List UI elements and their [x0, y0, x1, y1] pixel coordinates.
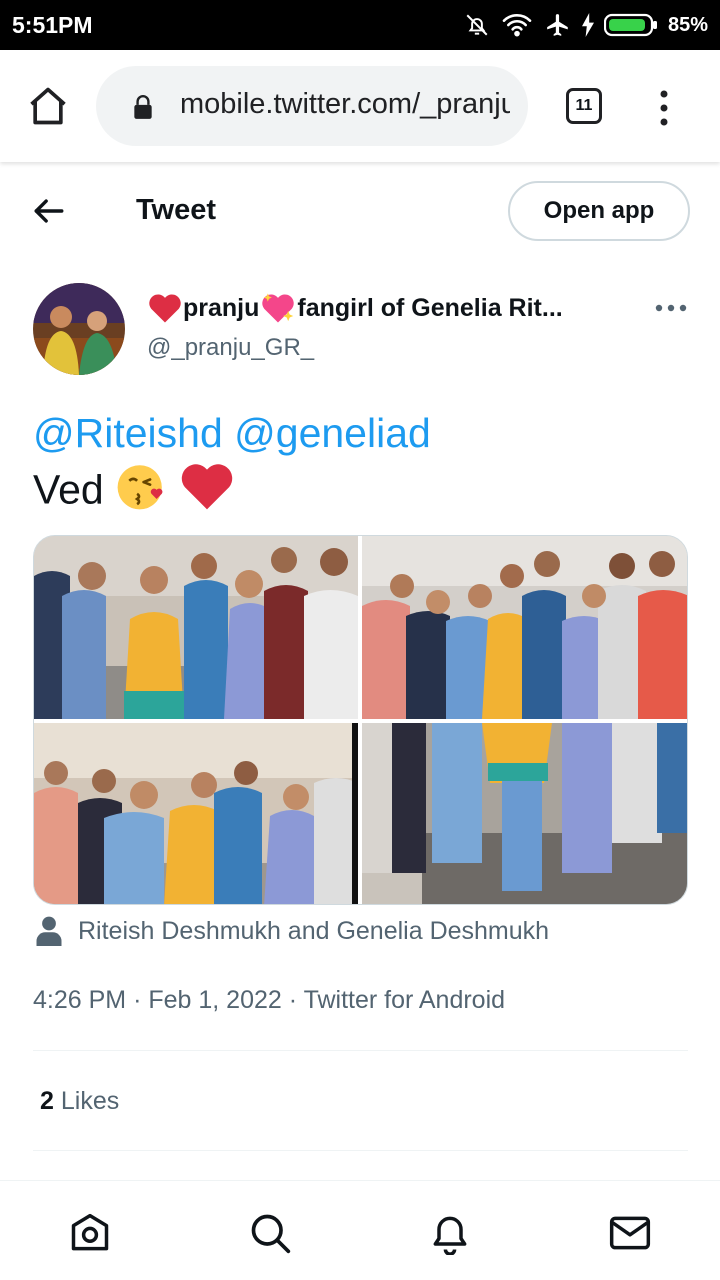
- message-text: Ved: [33, 466, 104, 513]
- red-heart-emoji-icon: [179, 460, 235, 525]
- bottom-navigation: [0, 1180, 720, 1280]
- likes-label: Likes: [60, 1087, 120, 1115]
- avatar[interactable]: [33, 283, 125, 375]
- author-name-text: pranju: [183, 293, 260, 322]
- tweet-source[interactable]: Twitter for Android: [304, 986, 505, 1014]
- nav-search[interactable]: [248, 1211, 292, 1255]
- red-heart-icon: [149, 294, 181, 323]
- nav-notifications[interactable]: [428, 1211, 472, 1256]
- battery-percent: 85%: [667, 13, 708, 36]
- nav-messages[interactable]: [608, 1211, 652, 1255]
- charging-icon: [581, 13, 594, 37]
- author-name-rest: fangirl of Genelia Rit...: [297, 293, 563, 322]
- messages-icon: [609, 1216, 651, 1250]
- author-name[interactable]: pranju fangirl of Genelia Rit...: [147, 292, 617, 324]
- search-icon: [251, 1214, 291, 1254]
- tweet-photo-1[interactable]: [34, 536, 358, 719]
- more-horizontal-icon: [655, 304, 687, 312]
- notifications-icon: [433, 1216, 467, 1256]
- mention-riteishd[interactable]: @Riteishd: [33, 410, 223, 456]
- status-icons: 85%: [464, 11, 708, 39]
- divider: [33, 1150, 688, 1151]
- tweet-time: 4:26 PM: [33, 986, 127, 1014]
- tweet-photo-2[interactable]: [362, 536, 687, 719]
- lock-icon: [132, 94, 154, 125]
- status-time: 5:51PM: [12, 12, 93, 38]
- notifications-off-icon: [464, 12, 490, 38]
- back-button[interactable]: [32, 194, 66, 233]
- tweet-header: Tweet Open app: [0, 162, 720, 258]
- browser-toolbar: mobile.twitter.com/_pranju_GR_ 11: [0, 50, 720, 162]
- browser-menu-button[interactable]: [652, 88, 676, 128]
- tweet-media-grid: [33, 535, 688, 905]
- message-line: Ved: [33, 460, 431, 525]
- url-text[interactable]: mobile.twitter.com/_pranju_GR_: [180, 88, 510, 121]
- mention-geneliad[interactable]: @geneliad: [234, 410, 431, 456]
- likes-number: 2: [40, 1087, 54, 1115]
- page-title: Tweet: [136, 194, 217, 226]
- tagged-people[interactable]: Riteish Deshmukh and Genelia Deshmukh: [36, 916, 549, 946]
- tweet-date: Feb 1, 2022: [148, 986, 282, 1014]
- author-handle[interactable]: @_pranju_GR_: [147, 334, 314, 362]
- tweet-more-button[interactable]: [654, 300, 688, 316]
- divider: [33, 1050, 688, 1051]
- browser-home-button[interactable]: [26, 84, 70, 128]
- more-vert-icon: [660, 90, 668, 126]
- sparkling-heart-icon: [262, 293, 295, 323]
- person-icon: [36, 916, 62, 946]
- tabs-button[interactable]: 11: [566, 88, 602, 124]
- wifi-icon: [500, 12, 534, 38]
- nav-home[interactable]: [68, 1211, 112, 1255]
- separator: ·: [288, 986, 304, 1014]
- status-bar: 5:51PM 85%: [0, 0, 720, 50]
- back-arrow-icon: [34, 199, 64, 223]
- mentions-line: @Riteishd @geneliad: [33, 406, 431, 460]
- airplane-icon: [544, 12, 572, 38]
- tweet-meta: 4:26 PM · Feb 1, 2022 · Twitter for Andr…: [33, 986, 505, 1015]
- likes-count[interactable]: 2 Likes: [40, 1087, 119, 1116]
- tagged-people-text: Riteish Deshmukh and Genelia Deshmukh: [78, 916, 550, 945]
- home-icon: [71, 1213, 109, 1251]
- tweet-text: @Riteishd @geneliad Ved: [33, 406, 431, 525]
- open-app-button[interactable]: Open app: [508, 181, 690, 241]
- tweet-photo-3[interactable]: [34, 723, 358, 904]
- tweet-photo-4[interactable]: [362, 723, 687, 904]
- home-icon: [30, 87, 66, 125]
- separator: ·: [133, 986, 149, 1014]
- battery-icon: [603, 13, 658, 37]
- address-bar[interactable]: mobile.twitter.com/_pranju_GR_: [96, 66, 528, 146]
- kissing-face-emoji-icon: [115, 460, 167, 525]
